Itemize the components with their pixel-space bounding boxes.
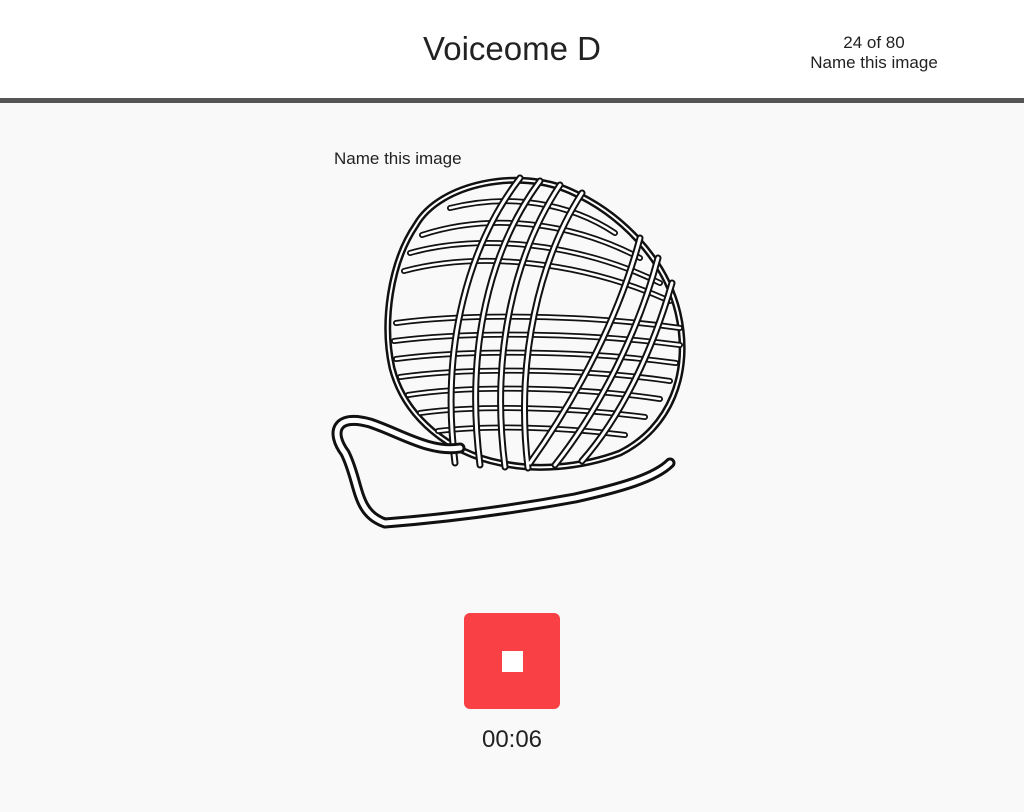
progress-counter: 24 of 80 bbox=[843, 33, 905, 52]
recording-timer: 00:06 bbox=[481, 726, 543, 753]
task-name: Name this image bbox=[810, 53, 938, 72]
task-progress: 24 of 80 Name this image bbox=[790, 33, 958, 73]
stop-recording-button[interactable] bbox=[464, 613, 560, 709]
yarn-ball-image bbox=[331, 174, 686, 529]
task-area: Name this image 00:06 bbox=[0, 108, 1024, 812]
stop-icon bbox=[502, 651, 523, 672]
app-header: Voiceome D 24 of 80 Name this image bbox=[0, 0, 1024, 103]
